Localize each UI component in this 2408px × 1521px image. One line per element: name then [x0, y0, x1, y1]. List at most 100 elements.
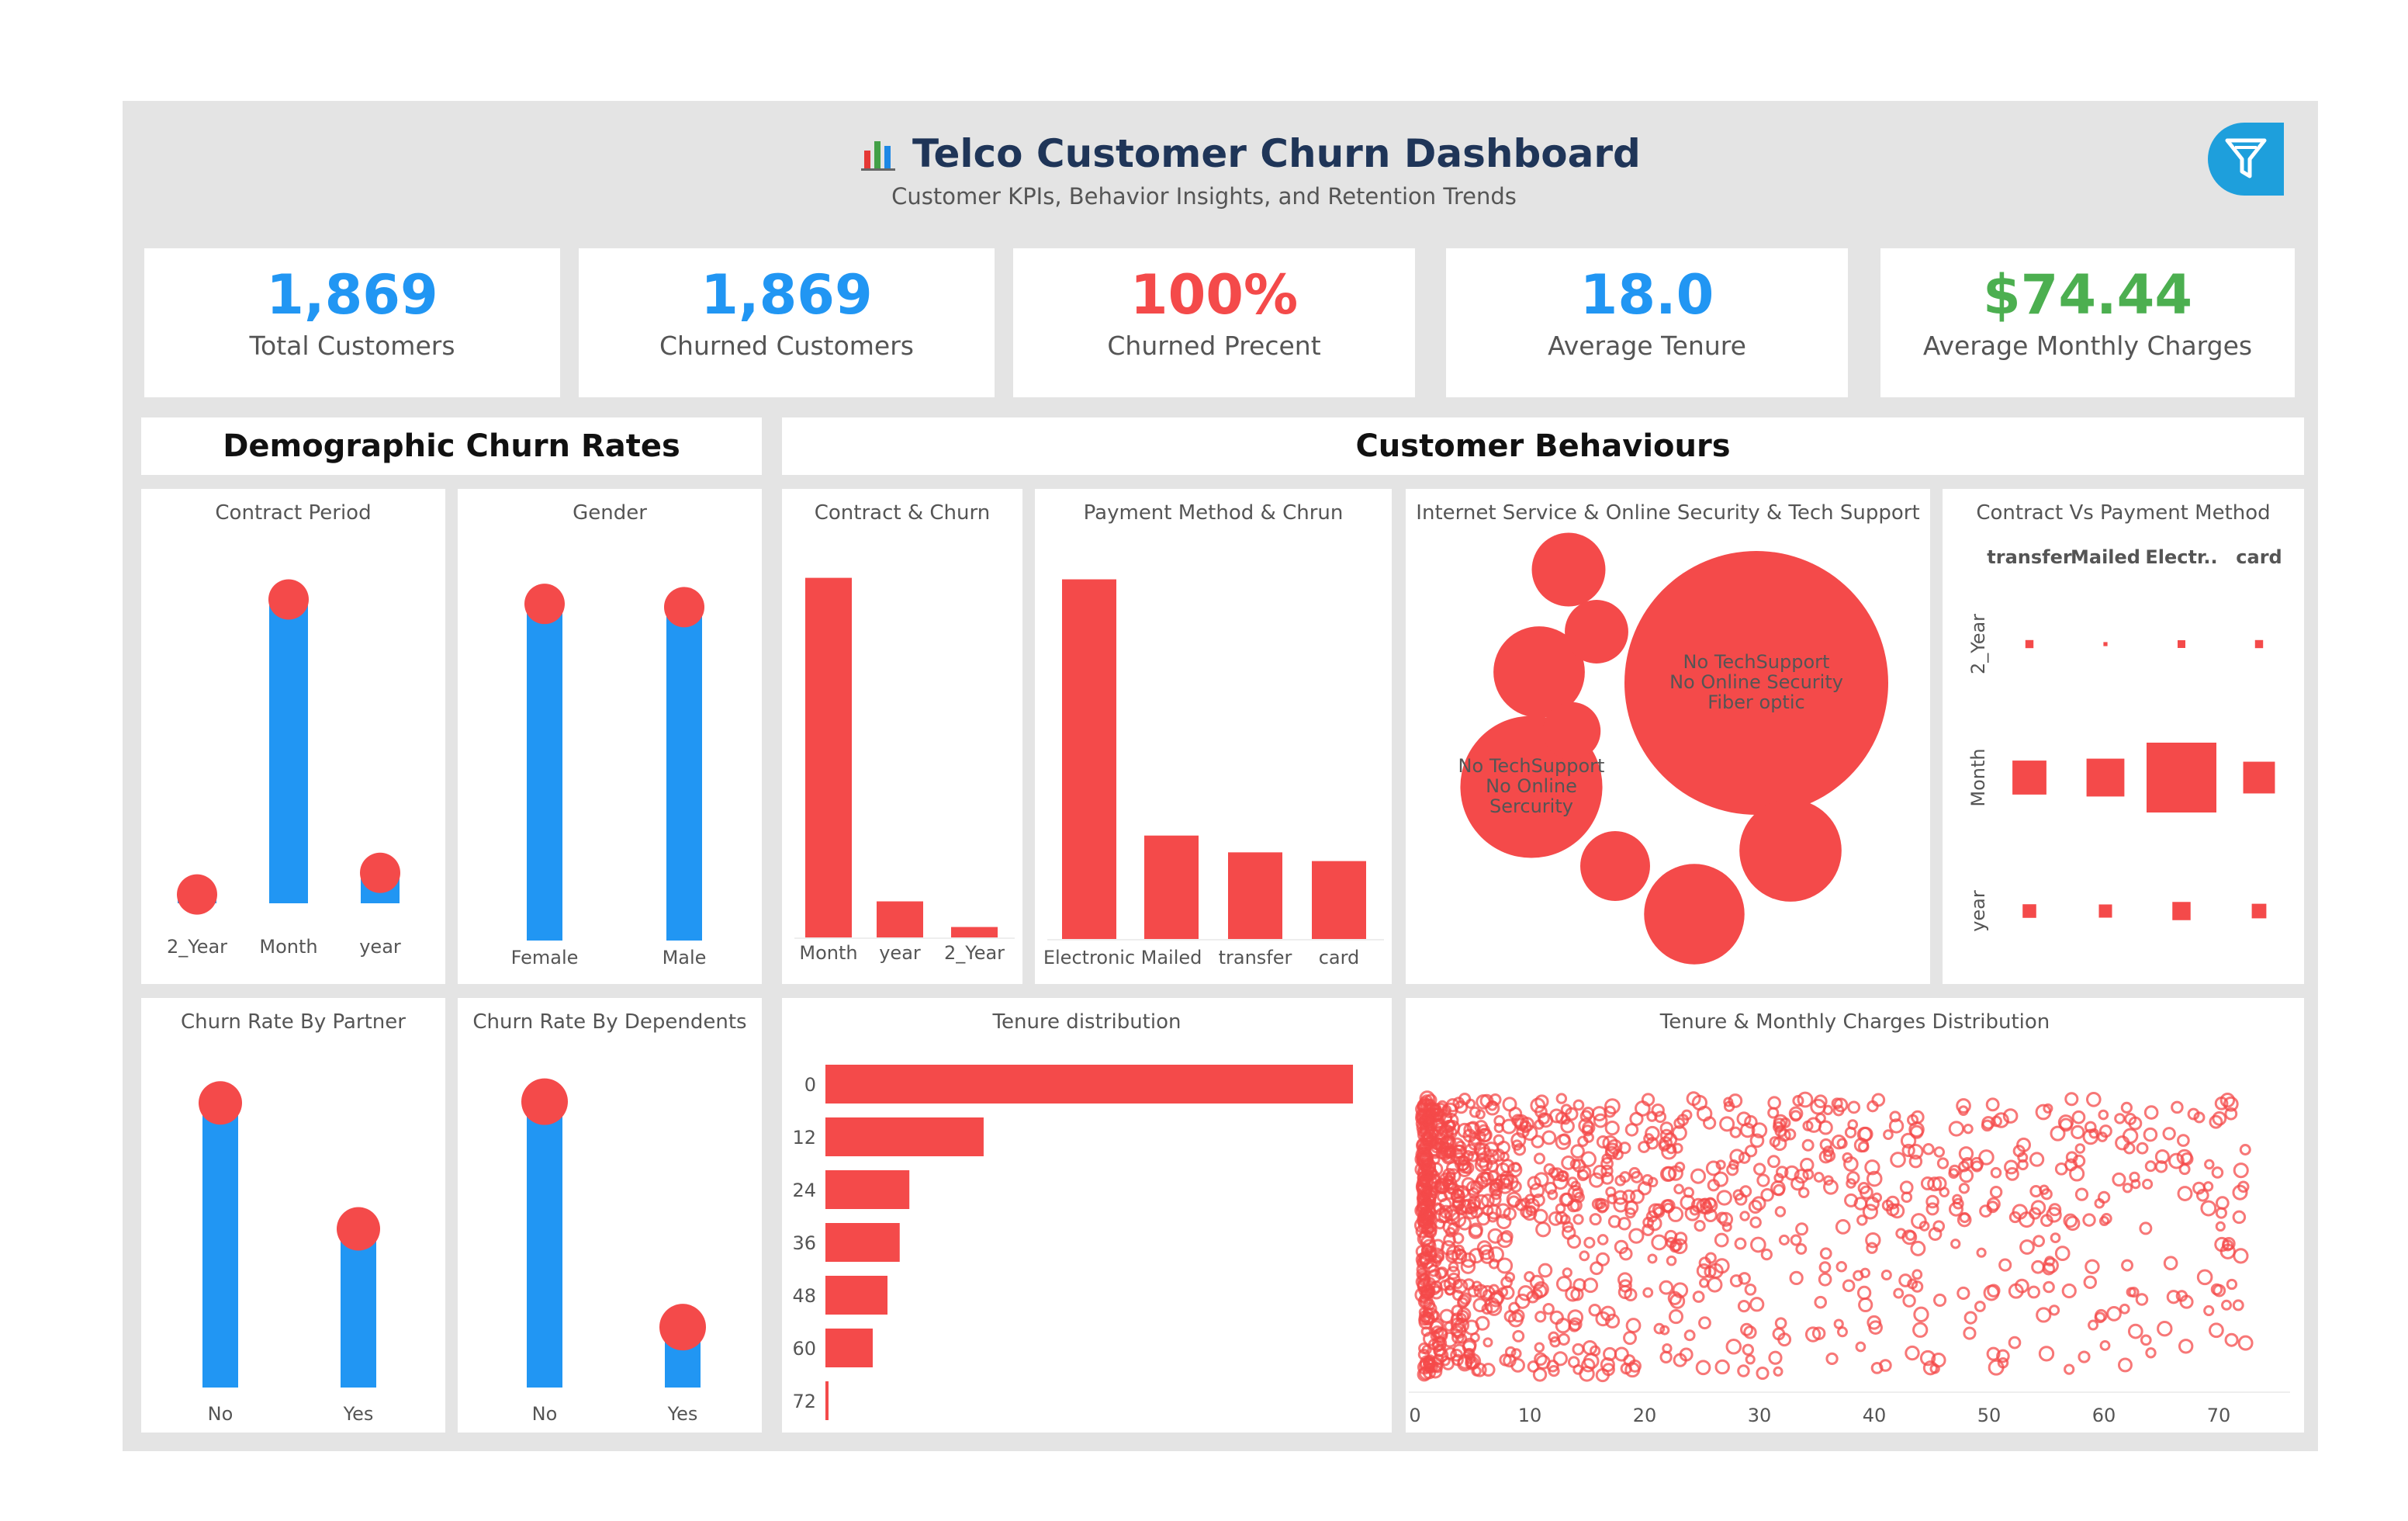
tenure-charges-scatter: 0 10 20 30 40 50 60 70 — [1409, 1090, 2290, 1426]
scatter-point — [1698, 1316, 1711, 1330]
kpi-average-tenure: 18.0 Average Tenure — [1446, 248, 1848, 397]
scatter-point — [2196, 1269, 2213, 1286]
scatter-point — [1729, 1126, 1742, 1138]
scatter-point — [1890, 1152, 1906, 1168]
tick-label: 24 — [792, 1180, 816, 1201]
panel-payment-churn: Payment Method & Chrun Electronic Mailed t… — [1035, 489, 1392, 984]
scatter-point — [2085, 1091, 2102, 1107]
bubble — [1644, 864, 1745, 965]
scatter-point — [1694, 1220, 1706, 1232]
scatter-point — [1698, 1277, 1710, 1288]
tick-label: Mailed — [1141, 947, 1202, 968]
scatter-point — [1983, 1284, 2000, 1301]
scatter-point — [1871, 1093, 1886, 1107]
scatter-point — [1933, 1146, 1946, 1158]
scatter-point — [1714, 1359, 1730, 1375]
scatter-point — [2085, 1259, 2100, 1274]
bar — [825, 1170, 910, 1209]
scatter-point — [1725, 1338, 1742, 1355]
scatter-point — [1597, 1234, 1609, 1246]
scatter-point — [1912, 1269, 1923, 1280]
bar — [805, 577, 852, 937]
scatter-point — [2071, 1124, 2085, 1140]
scatter-point — [1666, 1255, 1677, 1266]
scatter-point — [2064, 1363, 2075, 1375]
scatter-point — [2176, 1149, 2193, 1166]
scatter-point — [1533, 1152, 1546, 1165]
scatter-point — [1893, 1287, 1905, 1299]
scatter-point — [1756, 1173, 1770, 1187]
scatter-point — [1752, 1162, 1766, 1176]
scatter-point — [2088, 1319, 2099, 1331]
scatter-point — [1737, 1299, 1751, 1313]
scatter-point — [2209, 1114, 2223, 1129]
scatter-point — [2064, 1092, 2079, 1107]
scatter-point — [1958, 1183, 1970, 1194]
filter-button[interactable] — [2208, 123, 2284, 196]
bar-marker — [268, 579, 309, 620]
scatter-point — [2200, 1200, 2217, 1217]
scatter-point — [1842, 1279, 1856, 1293]
tick-label: 48 — [792, 1285, 816, 1307]
scatter-point — [2074, 1187, 2089, 1201]
scatter-point — [1531, 1135, 1545, 1149]
panel-internet-bubbles: Internet Service & Online Security & Tec… — [1406, 489, 1930, 984]
kpi-churned-percent: 100% Churned Precent — [1013, 248, 1415, 397]
scatter-point — [1481, 1363, 1496, 1377]
bubble-label: No TechSupport — [1458, 755, 1605, 777]
bubble-label: Fiber optic — [1707, 691, 1804, 713]
bar-marker — [521, 1078, 568, 1125]
scatter-point — [1976, 1247, 1987, 1258]
heat-cell — [2012, 760, 2046, 795]
scatter-point — [1963, 1326, 1977, 1340]
scatter-point — [1572, 1343, 1585, 1356]
scatter-point — [2071, 1110, 2086, 1124]
scatter-point — [1695, 1360, 1711, 1376]
bubble-label: No Online — [1486, 775, 1577, 797]
scatter-point — [2163, 1256, 2178, 1271]
scatter-point — [1737, 1364, 1750, 1377]
heat-cell — [2178, 640, 2185, 648]
scatter-point — [1835, 1261, 1848, 1273]
contract-period-chart: 2_Year Month year — [167, 579, 401, 958]
heat-cell — [2022, 904, 2036, 918]
column-label: card — [2236, 546, 2282, 568]
scatter-point — [2106, 1306, 2122, 1322]
kpi-value: 1,869 — [701, 263, 873, 327]
bubble — [1580, 831, 1650, 901]
scatter-point — [1527, 1360, 1540, 1373]
scatter-point — [1583, 1236, 1596, 1249]
tick-label: Male — [663, 947, 707, 968]
scatter-point — [2122, 1128, 2139, 1144]
x-tick-label: 60 — [2092, 1405, 2116, 1426]
tick-label: Month — [259, 936, 317, 958]
scatter-point — [1774, 1206, 1787, 1218]
bar — [269, 599, 308, 903]
scatter-point — [1646, 1215, 1662, 1232]
scatter-point — [1712, 1171, 1729, 1187]
tick-label: year — [359, 936, 401, 958]
tick-label: Yes — [667, 1403, 698, 1425]
scatter-point — [1502, 1097, 1517, 1112]
scatter-point — [1856, 1214, 1868, 1226]
scatter-point — [2237, 1335, 2254, 1351]
scatter-point — [2122, 1183, 2133, 1194]
scatter-point — [1707, 1277, 1723, 1293]
scatter-point — [1552, 1351, 1568, 1367]
scatter-point — [2114, 1113, 2126, 1124]
scatter-point — [1744, 1283, 1757, 1296]
scatter-point — [1673, 1183, 1684, 1195]
scatter-point — [1922, 1143, 1935, 1155]
tick-label: Female — [511, 947, 579, 968]
scatter-point — [1614, 1346, 1629, 1362]
scatter-point — [2139, 1221, 2153, 1235]
scatter-point — [2033, 1235, 2046, 1248]
scatter-point — [1774, 1317, 1787, 1330]
bar — [825, 1329, 873, 1367]
panel-contract-payment: Contract Vs Payment Method transfer Maile… — [1943, 489, 2304, 984]
bar-marker — [177, 874, 217, 915]
scatter-point — [2112, 1172, 2126, 1187]
scatter-point — [1512, 1329, 1525, 1343]
row-label: Month — [1967, 748, 1989, 806]
bar-marker — [524, 584, 565, 625]
